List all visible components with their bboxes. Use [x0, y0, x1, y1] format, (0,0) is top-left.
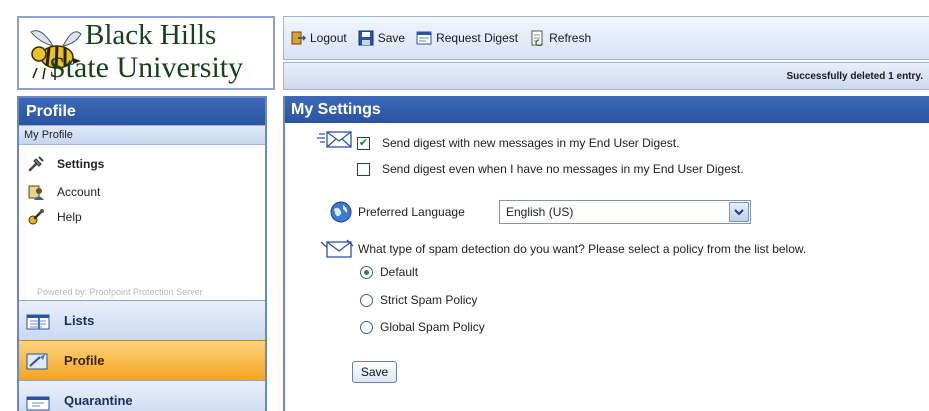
globe-icon — [330, 201, 352, 223]
spam-question-row: What type of spam detection do you want?… — [358, 242, 806, 256]
university-logo: Black Hills State University — [17, 16, 275, 90]
nav-lists-button[interactable]: Lists — [19, 300, 265, 340]
chevron-down-icon[interactable] — [729, 202, 749, 222]
spam-option-global[interactable]: Global Spam Policy — [360, 320, 485, 334]
help-icon — [28, 209, 44, 225]
request-digest-label: Request Digest — [436, 31, 519, 45]
sidebar-header: Profile — [19, 98, 265, 125]
account-icon — [28, 185, 44, 200]
sidebar-item-label: Help — [57, 210, 82, 224]
digest-new-messages-checkbox[interactable]: ✔ — [357, 136, 370, 150]
digest-no-messages-checkbox[interactable] — [357, 162, 370, 176]
language-label-row: Preferred Language — [358, 205, 465, 219]
lists-icon — [26, 314, 50, 329]
digest-option-no-messages[interactable]: Send digest even when I have no messages… — [357, 162, 744, 176]
powered-by-text: Powered by: Proofpoint Protection Server — [37, 287, 203, 297]
save-toolbar-label: Save — [377, 31, 406, 45]
spam-default-radio[interactable] — [360, 265, 373, 279]
language-select[interactable]: English (US) — [499, 200, 751, 224]
nav-quarantine-button[interactable]: Quarantine — [19, 380, 265, 411]
save-toolbar-button[interactable]: Save — [358, 30, 405, 46]
settings-panel: My Settings ✔ Send digest with new messa… — [283, 96, 929, 411]
logout-button[interactable]: Logout — [290, 30, 347, 46]
spam-default-label: Default — [380, 265, 419, 279]
spam-strict-radio[interactable] — [360, 293, 373, 307]
spam-question-text: What type of spam detection do you want?… — [358, 242, 807, 256]
page-title: My Settings — [285, 96, 929, 123]
nav-profile-button[interactable]: Profile — [19, 340, 265, 380]
language-selected-value: English (US) — [506, 205, 574, 219]
quarantine-icon — [26, 396, 50, 410]
language-label: Preferred Language — [358, 205, 465, 219]
floppy-disk-icon — [358, 30, 374, 46]
logo-text-line2: State University — [49, 51, 244, 84]
sidebar-item-label: Settings — [57, 157, 105, 171]
profile-icon — [26, 353, 48, 369]
nav-label: Lists — [64, 313, 95, 328]
spam-strict-label: Strict Spam Policy — [380, 293, 478, 307]
nav-label: Profile — [64, 353, 105, 368]
refresh-button[interactable]: Refresh — [529, 30, 591, 46]
sidebar: Profile My Profile Settings Account Help… — [17, 96, 267, 411]
status-message: Successfully deleted 1 entry. — [283, 62, 929, 90]
logout-label: Logout — [310, 31, 347, 45]
digest-window-icon — [416, 31, 432, 45]
sidebar-item-settings[interactable]: Settings — [27, 154, 104, 174]
sidebar-item-help[interactable]: Help — [27, 207, 82, 227]
toolbar: Logout Save Request Digest Refresh — [283, 16, 929, 60]
spam-envelope-icon — [320, 239, 354, 258]
nav-label: Quarantine — [64, 393, 133, 408]
digest-option-new-messages[interactable]: ✔ Send digest with new messages in my En… — [357, 136, 679, 150]
logout-icon — [291, 31, 306, 45]
save-button[interactable]: Save — [352, 361, 397, 383]
logo-text-line1: Black Hills — [85, 19, 217, 51]
settings-icon — [28, 156, 44, 172]
refresh-label: Refresh — [549, 31, 592, 45]
digest-no-messages-label: Send digest even when I have no messages… — [382, 162, 744, 176]
request-digest-button[interactable]: Request Digest — [416, 30, 518, 46]
sidebar-item-account[interactable]: Account — [27, 182, 100, 202]
sidebar-item-label: Account — [57, 185, 101, 199]
digest-new-messages-label: Send digest with new messages in my End … — [382, 136, 680, 150]
sidebar-subheader: My Profile — [19, 125, 265, 145]
digest-envelope-icon — [317, 131, 352, 148]
spam-option-default[interactable]: Default — [360, 265, 418, 279]
spam-global-radio[interactable] — [360, 320, 373, 334]
refresh-icon — [531, 30, 543, 46]
spam-global-label: Global Spam Policy — [380, 320, 485, 334]
spam-option-strict[interactable]: Strict Spam Policy — [360, 293, 477, 307]
